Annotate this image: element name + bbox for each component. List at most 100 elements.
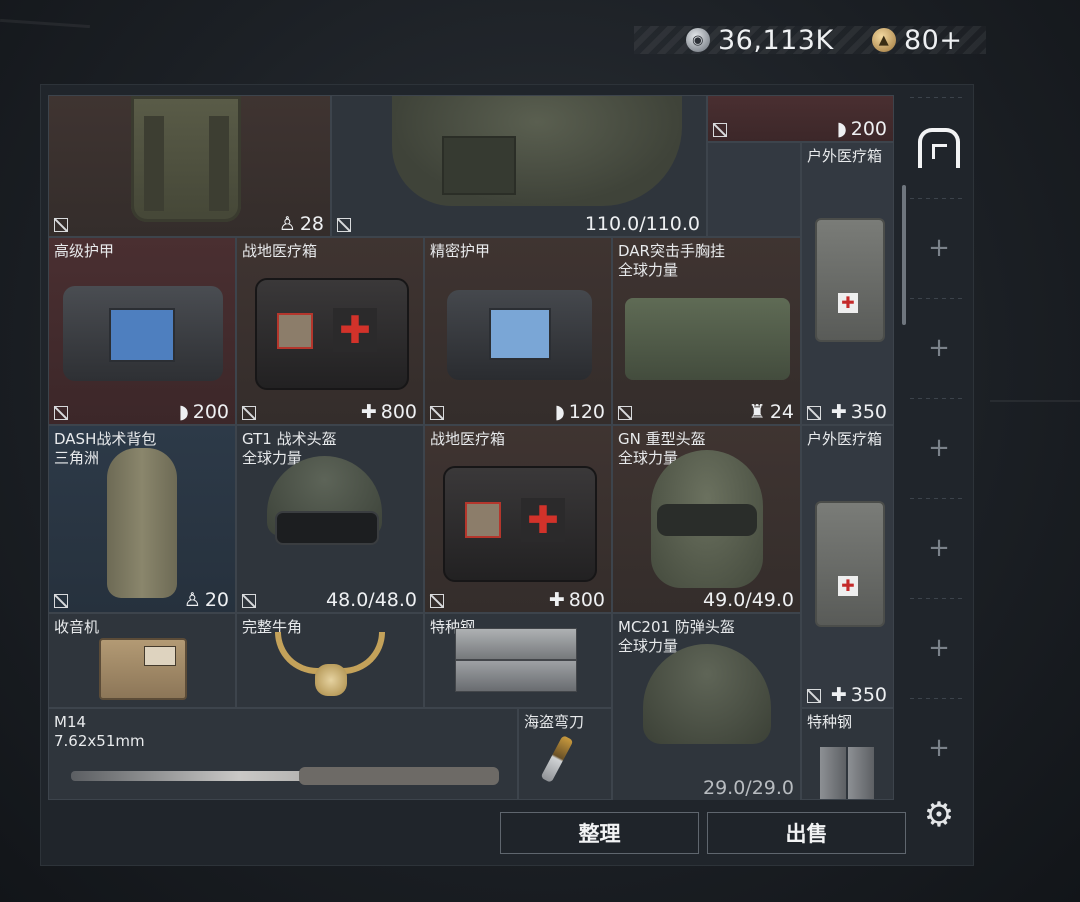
item-precise-armor[interactable]: 精密护甲 ◗ 120 — [424, 237, 612, 425]
item-name: DAR突击手胸挂 全球力量 — [618, 242, 725, 279]
item-stat: ◗ 200 — [178, 401, 229, 423]
item-gn-helmet[interactable]: GN 重型头盔 全球力量 49.0/49.0 — [612, 425, 801, 613]
backpack-strap — [144, 116, 164, 211]
lock-icon — [54, 218, 68, 232]
background-streak — [0, 18, 90, 29]
item-stat: ✚ 350 — [830, 401, 887, 423]
item-stat: 110.0/110.0 — [584, 213, 700, 235]
divider — [910, 298, 966, 299]
item-special-steel-2[interactable]: 特种钢 — [801, 708, 894, 800]
gear-icon[interactable]: ⚙ — [921, 797, 957, 833]
storage-tab-icon[interactable] — [918, 128, 960, 168]
silver-amount: 36,113K — [718, 24, 834, 56]
add-storage-plus-icon[interactable]: + — [925, 734, 953, 762]
sell-button[interactable]: 出售 — [707, 812, 906, 854]
add-storage-plus-icon[interactable]: + — [925, 434, 953, 462]
helmet-visor — [657, 504, 757, 536]
gold-amount: 80+ — [904, 24, 963, 56]
item-field-med-kit-2[interactable]: 战地医疗箱 ✚ ✚ 800 — [424, 425, 612, 613]
gold-coin-icon: ▲ — [872, 28, 896, 52]
item-name: 收音机 — [54, 618, 100, 636]
first-aid-window — [277, 313, 313, 349]
item-stat: ♙ 28 — [278, 213, 324, 235]
item-gt1-helmet[interactable]: GT1 战术头盔 全球力量 48.0/48.0 — [236, 425, 424, 613]
divider — [910, 398, 966, 399]
lock-icon — [618, 406, 632, 420]
add-storage-plus-icon[interactable]: + — [925, 534, 953, 562]
divider — [910, 97, 966, 98]
lock-icon — [807, 406, 821, 420]
med-cross-icon: ✚ — [838, 293, 858, 313]
item-dash-backpack[interactable]: DASH战术背包 三角洲 ♙ 20 — [48, 425, 236, 613]
item-intact-horn[interactable]: 完整牛角 — [236, 613, 424, 708]
heal-icon: ✚ — [360, 401, 377, 423]
add-storage-plus-icon[interactable]: + — [925, 334, 953, 362]
vest-image — [392, 96, 682, 206]
first-aid-window — [465, 502, 501, 538]
silver-coin-icon: ◉ — [686, 28, 710, 52]
item-special-steel[interactable]: 特种钢 — [424, 613, 612, 708]
cutlass-image — [540, 734, 574, 784]
armor-icon: ◗ — [554, 401, 565, 423]
vest-pouch — [442, 136, 516, 195]
item-pirate-cutlass[interactable]: 海盗弯刀 — [518, 708, 612, 800]
item-backpack-top[interactable]: ♙ 28 — [48, 95, 331, 237]
lock-icon — [807, 689, 821, 703]
lock-icon — [242, 594, 256, 608]
heal-icon: ✚ — [830, 401, 847, 423]
med-cross-icon: ✚ — [838, 576, 858, 596]
helmet-visor — [275, 511, 379, 545]
sort-button[interactable]: 整理 — [500, 812, 699, 854]
lock-icon — [430, 594, 444, 608]
rifle-stock — [299, 767, 499, 785]
item-stat: ✚ 350 — [830, 684, 887, 706]
add-storage-plus-icon[interactable]: + — [925, 634, 953, 662]
chest-rig-image — [625, 298, 790, 380]
item-outdoor-med-kit-2[interactable]: 户外医疗箱 ✚ ✚ 350 — [801, 425, 894, 708]
armor-icon: ◗ — [836, 118, 847, 140]
silver-currency: ◉ 36,113K — [686, 24, 834, 56]
armor-icon: ◗ — [178, 401, 189, 423]
steel-bar-image — [455, 660, 577, 692]
item-stat: ✚ 800 — [360, 401, 417, 423]
item-advanced-armor[interactable]: 高级护甲 ◗ 200 — [48, 237, 236, 425]
item-stat: 48.0/48.0 — [325, 589, 417, 611]
lock-icon — [430, 406, 444, 420]
item-radio[interactable]: 收音机 — [48, 613, 236, 708]
item-stat: ♙ 20 — [183, 589, 229, 611]
item-stat: 49.0/49.0 — [702, 589, 794, 611]
med-pouch-image — [815, 218, 885, 342]
duffel-backpack-image — [107, 448, 177, 598]
capacity-icon: ♙ — [278, 213, 296, 235]
item-m14-rifle[interactable]: M14 7.62x51mm — [48, 708, 518, 800]
inventory-scrollbar[interactable] — [902, 185, 906, 325]
lock-icon — [54, 406, 68, 420]
item-armor-top-right[interactable]: ◗ 200 — [707, 95, 894, 142]
item-name: 高级护甲 — [54, 242, 115, 260]
item-outdoor-med-kit[interactable]: 户外医疗箱 ✚ ✚ 350 — [801, 142, 894, 425]
item-name: 战地医疗箱 — [242, 242, 318, 260]
lock-icon — [242, 406, 256, 420]
item-name: 户外医疗箱 — [807, 147, 883, 165]
item-vest-top[interactable]: 110.0/110.0 — [331, 95, 707, 237]
steel-bar-image — [820, 747, 846, 799]
capacity-icon: ♙ — [183, 589, 201, 611]
item-name: 户外医疗箱 — [807, 430, 883, 448]
horn-ornament — [315, 664, 347, 696]
item-mc201-helmet[interactable]: MC201 防弹头盔 全球力量 29.0/29.0 — [612, 613, 801, 800]
item-name: M14 7.62x51mm — [54, 713, 145, 750]
red-cross-icon: ✚ — [521, 498, 565, 542]
item-stat: 29.0/29.0 — [702, 777, 794, 799]
armor-plate — [489, 308, 551, 360]
item-dar-chest-rig[interactable]: DAR突击手胸挂 全球力量 ♜ 24 — [612, 237, 801, 425]
item-stat: ✚ 800 — [548, 589, 605, 611]
armor-plate — [109, 308, 175, 362]
item-field-med-kit[interactable]: 战地医疗箱 ✚ ✚ 800 — [236, 237, 424, 425]
empty-slot[interactable] — [707, 142, 801, 237]
currency-bar: ◉ 36,113K ▲ 80+ — [634, 24, 986, 56]
radio-dial — [144, 646, 176, 666]
divider — [910, 598, 966, 599]
background-streak — [990, 400, 1080, 402]
item-stat: ◗ 120 — [554, 401, 605, 423]
add-storage-plus-icon[interactable]: + — [925, 234, 953, 262]
